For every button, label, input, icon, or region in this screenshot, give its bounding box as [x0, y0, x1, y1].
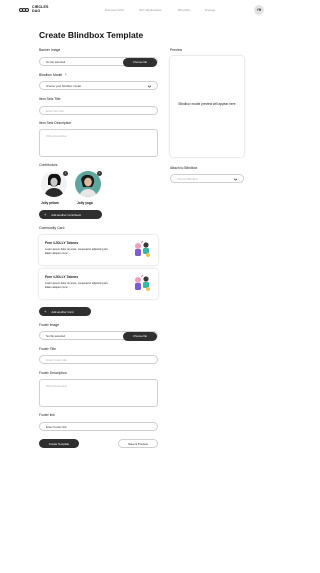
item-sets-title-input[interactable]: Enter item title [39, 106, 158, 115]
footer-title-input[interactable]: Enter Footer title [39, 355, 158, 364]
contributors-label: Contributors [39, 163, 58, 167]
banner-image-file-status: No file selected [46, 59, 66, 64]
logo-rings-icon [19, 6, 31, 14]
remove-contributor-icon[interactable]: × [63, 171, 68, 176]
user-avatar[interactable]: YB [254, 5, 264, 15]
item-sets-description-label: Item Sets Description [39, 121, 72, 125]
nav-link-blind-box[interactable]: Blind Box [178, 8, 191, 12]
footer-choose-file-button[interactable]: Choose file [123, 331, 157, 341]
page-title: Create Blindbox Template [39, 30, 144, 40]
footer-link-label: Footer link [39, 413, 55, 417]
item-sets-description-textarea[interactable]: Write Description [39, 129, 158, 157]
card-body: Lorem ipsum dolor sit amet, consectetur … [45, 282, 109, 289]
add-contributor-button[interactable]: + Add another Contributor [39, 210, 102, 219]
nav-link-engage[interactable]: Engage [205, 8, 215, 12]
card-title: Free #JOLLY Tokens [45, 275, 79, 279]
chevron-down-icon [147, 85, 152, 88]
contributor-card-2: × [75, 171, 102, 201]
add-card-button[interactable]: + Add another Card [39, 307, 91, 316]
preview-placeholder-text: Blindbox model preview will appear here [178, 102, 236, 106]
community-card-label: Community Card [39, 226, 65, 230]
footer-description-label: Footer Description [39, 371, 67, 375]
banner-choose-file-button[interactable]: Choose file [123, 57, 157, 67]
nav-link-discover-dao[interactable]: Discover DAO [105, 8, 124, 12]
preview-panel: Blindbox model preview will appear here [170, 56, 244, 157]
plus-icon: + [44, 211, 47, 217]
banner-image-file-field[interactable]: No file selected Choose file [39, 57, 158, 67]
card-body: Lorem ipsum dolor sit amet, consectetur … [45, 248, 109, 255]
blindbox-model-placeholder: choose your blindbox model [46, 83, 81, 88]
top-nav: CIRCLES DAO Discover DAO NFT Marketplace… [0, 0, 284, 20]
footer-title-label: Footer Title [39, 347, 56, 351]
community-card[interactable]: Free #JOLLY Tokens Lorem ipsum dolor sit… [39, 235, 158, 265]
card-title: Free #JOLLY Tokens [45, 241, 79, 245]
plus-icon: + [44, 308, 47, 314]
remove-contributor-icon[interactable]: × [97, 171, 102, 176]
contributor-name: Jolly yoga [77, 201, 93, 205]
card-illustration-icon [135, 240, 150, 257]
card-illustration-icon [135, 274, 150, 291]
footer-image-label: Footer Image [39, 323, 60, 327]
logo-line-2: DAO [32, 9, 41, 14]
save-preview-button[interactable]: Save & Preview [118, 439, 158, 448]
item-sets-title-label: Item Sets Title [39, 97, 61, 101]
chevron-down-icon [233, 178, 238, 181]
attach-blindbox-select[interactable]: Choose Blindbox [170, 174, 244, 183]
banner-image-label: Banner Image [39, 48, 61, 52]
contributor-card-1: × [41, 171, 68, 201]
attach-blindbox-label: Attach to Blindbox [170, 166, 198, 170]
blindbox-model-select[interactable]: choose your blindbox model [39, 81, 158, 90]
blindbox-model-label: Blindbox Model * [39, 73, 67, 77]
community-card[interactable]: Free #JOLLY Tokens Lorem ipsum dolor sit… [39, 269, 158, 299]
preview-label: Preview [170, 48, 183, 52]
required-asterisk: * [65, 73, 67, 77]
circles-dao-logo[interactable]: CIRCLES DAO [19, 5, 51, 15]
footer-image-file-status: No file selected [46, 333, 66, 338]
create-template-button[interactable]: Create Template [39, 439, 79, 448]
footer-description-textarea[interactable]: Write Description [39, 379, 158, 407]
contributor-name: Jolly prilam [41, 201, 59, 205]
attach-blindbox-placeholder: Choose Blindbox [177, 176, 199, 181]
footer-link-input[interactable]: Enter Footer link [39, 422, 158, 431]
nav-link-nft-marketplace[interactable]: NFT Marketplace [139, 8, 162, 12]
footer-image-file-field[interactable]: No file selected Choose file [39, 331, 158, 341]
